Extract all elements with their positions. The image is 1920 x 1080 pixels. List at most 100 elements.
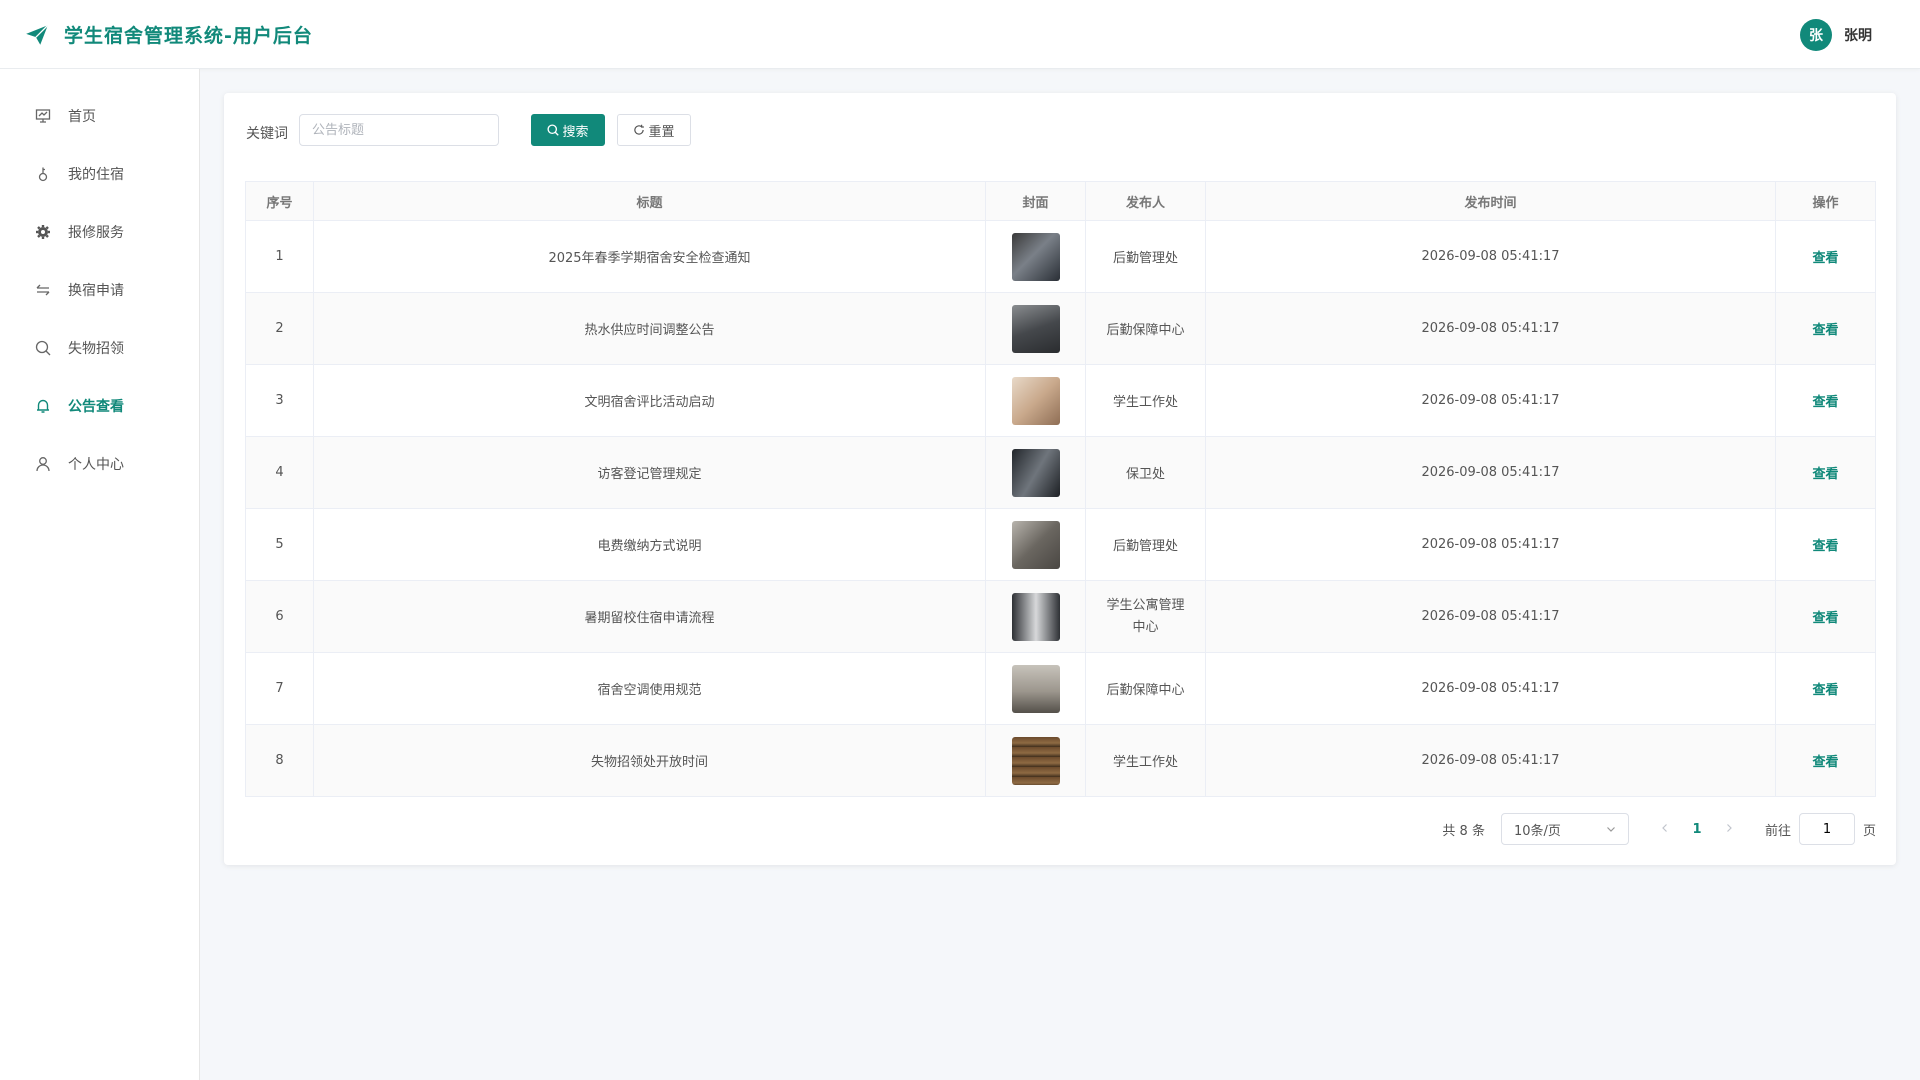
gear-icon [34, 223, 52, 241]
cover-image [1011, 592, 1060, 641]
row-title: 电费缴纳方式说明 [313, 508, 986, 581]
prev-page-button[interactable] [1649, 822, 1681, 837]
refresh-icon [634, 124, 645, 135]
row-publisher: 学生公寓管理中心 [1085, 580, 1206, 653]
row-publisher: 后勤管理处 [1085, 220, 1206, 293]
table-row: 7 宿舍空调使用规范 后勤保障中心 2026-09-08 05:41:17 查看 [245, 652, 1876, 725]
table-row: 4 访客登记管理规定 保卫处 2026-09-08 05:41:17 查看 [245, 436, 1876, 509]
sidebar-item-lost-found[interactable]: 失物招领 [0, 328, 200, 368]
column-header: 操作 [1775, 181, 1876, 221]
view-link[interactable]: 查看 [1812, 683, 1838, 698]
search-button[interactable]: 搜索 [531, 114, 605, 146]
row-index: 4 [245, 436, 314, 509]
total-count: 共 8 条 [1442, 823, 1485, 839]
cover-image [1011, 520, 1060, 569]
sidebar-item-repair[interactable]: 报修服务 [0, 212, 200, 252]
view-link[interactable]: 查看 [1812, 755, 1838, 770]
table-row: 3 文明宿舍评比活动启动 学生工作处 2026-09-08 05:41:17 查… [245, 364, 1876, 437]
page-unit-label: 页 [1862, 823, 1876, 839]
row-title: 热水供应时间调整公告 [313, 292, 986, 365]
row-time: 2026-09-08 05:41:17 [1205, 508, 1776, 581]
view-link[interactable]: 查看 [1812, 611, 1838, 626]
row-publisher: 学生工作处 [1085, 724, 1206, 797]
sidebar-item-label: 公告查看 [68, 399, 124, 415]
top-header: 学生宿舍管理系统-用户后台 张 张明 [0, 0, 1920, 69]
sidebar-item-announcements[interactable]: 公告查看 [0, 386, 200, 426]
column-header: 封面 [985, 181, 1086, 221]
column-header: 发布人 [1085, 181, 1206, 221]
row-title: 文明宿舍评比活动启动 [313, 364, 986, 437]
sidebar-item-room-change[interactable]: 换宿申请 [0, 270, 200, 310]
presentation-icon [34, 107, 52, 125]
row-title: 宿舍空调使用规范 [313, 652, 986, 725]
row-time: 2026-09-08 05:41:17 [1205, 364, 1776, 437]
column-header: 标题 [313, 181, 986, 221]
row-publisher: 后勤管理处 [1085, 508, 1206, 581]
avatar[interactable]: 张 [1800, 19, 1832, 51]
key-icon [34, 165, 52, 183]
row-title: 2025年春季学期宿舍安全检查通知 [313, 220, 986, 293]
row-publisher: 学生工作处 [1085, 364, 1206, 437]
row-index: 6 [245, 580, 314, 653]
column-header: 序号 [245, 181, 314, 221]
view-link[interactable]: 查看 [1812, 539, 1838, 554]
view-link[interactable]: 查看 [1812, 395, 1838, 410]
table-row: 8 失物招领处开放时间 学生工作处 2026-09-08 05:41:17 查看 [245, 724, 1876, 797]
sidebar-item-profile[interactable]: 个人中心 [0, 444, 200, 484]
reset-button[interactable]: 重置 [617, 114, 691, 146]
search-icon [547, 124, 560, 136]
search-icon [34, 339, 52, 357]
row-index: 7 [245, 652, 314, 725]
paper-plane-icon [26, 24, 49, 45]
sidebar-item-label: 失物招领 [68, 341, 124, 357]
sidebar-item-my-accommodation[interactable]: 我的住宿 [0, 154, 200, 194]
page-size-value: 10条/页 [1513, 823, 1561, 839]
sidebar-item-label: 报修服务 [68, 225, 124, 241]
sidebar-item-label: 个人中心 [68, 457, 124, 473]
row-index: 3 [245, 364, 314, 437]
cover-image [1011, 376, 1060, 425]
sidebar-item-label: 我的住宿 [68, 167, 124, 183]
row-time: 2026-09-08 05:41:17 [1205, 724, 1776, 797]
view-link[interactable]: 查看 [1812, 251, 1838, 266]
row-publisher: 后勤保障中心 [1085, 652, 1206, 725]
row-publisher: 保卫处 [1085, 436, 1206, 509]
goto-label: 前往 [1764, 823, 1791, 839]
sidebar: 首页 我的住宿 报修服务 换宿申请 失物招领 公告查看 个人中心 [0, 69, 200, 1080]
cover-image [1011, 736, 1060, 785]
table-row: 2 热水供应时间调整公告 后勤保障中心 2026-09-08 05:41:17 … [245, 292, 1876, 365]
cover-image [1011, 448, 1060, 497]
sidebar-item-home[interactable]: 首页 [0, 96, 200, 136]
row-title: 访客登记管理规定 [313, 436, 986, 509]
page-number[interactable]: 1 [1681, 822, 1713, 837]
user-name[interactable]: 张明 [1844, 25, 1872, 45]
chevron-down-icon [1607, 827, 1615, 832]
cover-image [1011, 304, 1060, 353]
app-title: 学生宿舍管理系统-用户后台 [64, 25, 313, 47]
row-title: 暑期留校住宿申请流程 [313, 580, 986, 653]
row-index: 8 [245, 724, 314, 797]
row-index: 2 [245, 292, 314, 365]
sidebar-item-label: 换宿申请 [68, 283, 124, 299]
row-time: 2026-09-08 05:41:17 [1205, 580, 1776, 653]
table-header-row: 序号 标题 封面 发布人 发布时间 操作 [245, 181, 1876, 221]
user-menu[interactable]: 张 张明 [1800, 19, 1872, 51]
announcement-card: 关键词 搜索 重置 序号 标题 封面 发布人 发布时间 操作 [224, 93, 1896, 865]
row-publisher: 后勤保障中心 [1085, 292, 1206, 365]
announcement-table: 序号 标题 封面 发布人 发布时间 操作 1 2025年春季学期宿舍安全检查通知… [245, 181, 1876, 797]
user-icon [34, 455, 52, 473]
publisher-text: 学生公寓管理中心 [1106, 597, 1185, 635]
view-link[interactable]: 查看 [1812, 323, 1838, 338]
goto-page-input[interactable] [1798, 813, 1855, 845]
row-time: 2026-09-08 05:41:17 [1205, 436, 1776, 509]
row-title: 失物招领处开放时间 [313, 724, 986, 797]
page-size-select[interactable]: 10条/页 [1500, 813, 1629, 845]
view-link[interactable]: 查看 [1812, 467, 1838, 482]
sidebar-item-label: 首页 [68, 109, 96, 125]
cover-image [1011, 664, 1060, 713]
swap-icon [34, 281, 52, 299]
bell-icon [34, 397, 52, 415]
next-page-button[interactable] [1713, 822, 1745, 837]
keyword-input[interactable] [299, 114, 499, 146]
reset-button-label: 重置 [648, 124, 675, 140]
